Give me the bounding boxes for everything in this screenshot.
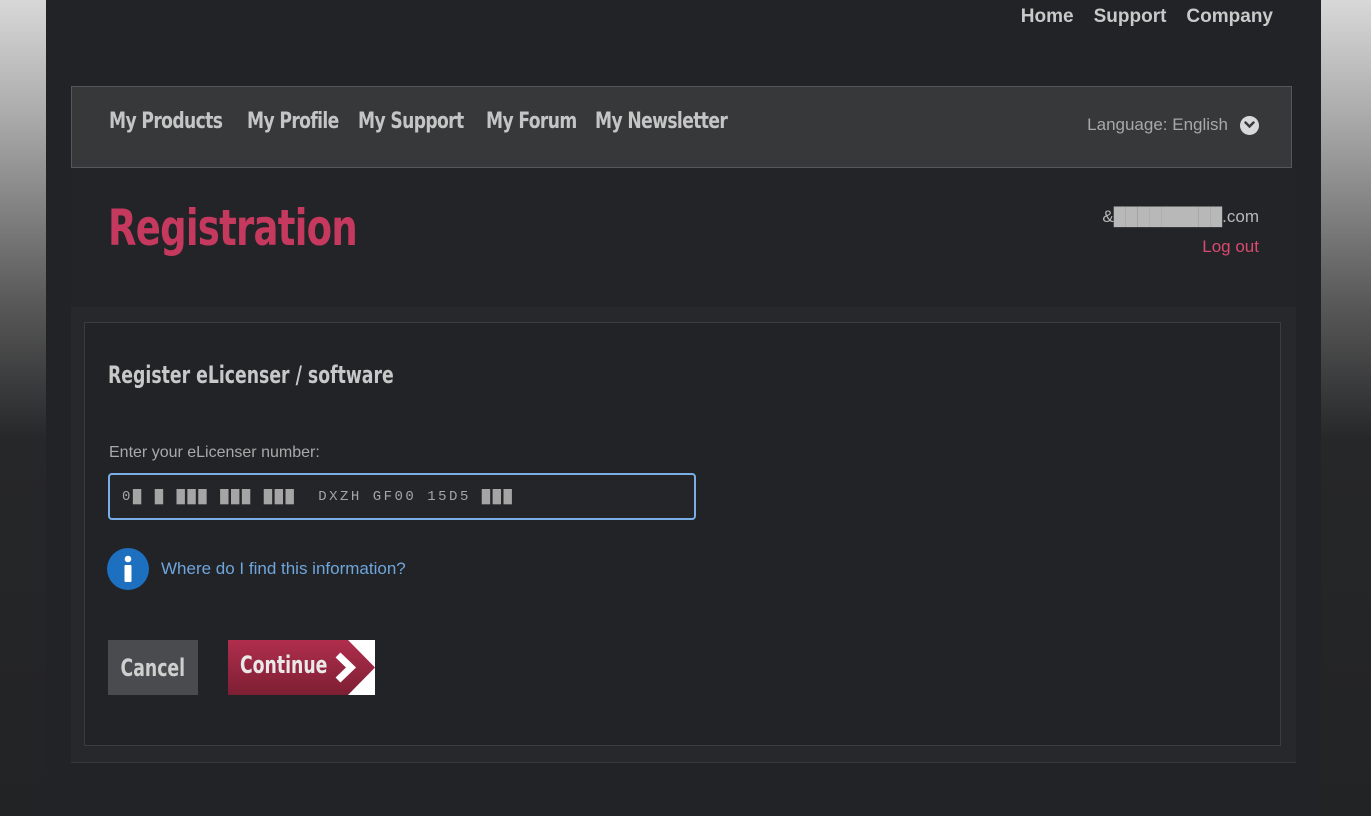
page-title: Registration xyxy=(108,199,358,257)
nav-my-forum[interactable]: My Forum xyxy=(486,109,577,134)
top-nav: Home Support Company xyxy=(1021,6,1273,28)
nav-my-newsletter[interactable]: My Newsletter xyxy=(595,109,728,134)
user-email: &█████████.com xyxy=(1102,207,1259,226)
main-nav-links: My Products My Profile My Support My For… xyxy=(109,109,737,134)
help-link[interactable]: Where do I find this information? xyxy=(161,559,406,579)
license-field-label: Enter your eLicenser number: xyxy=(109,444,320,461)
nav-my-products[interactable]: My Products xyxy=(109,109,223,134)
page-container: Home Support Company My Products My Prof… xyxy=(46,0,1321,816)
license-number-input[interactable] xyxy=(108,473,696,520)
help-row: Where do I find this information? xyxy=(107,548,406,590)
nav-home-link[interactable]: Home xyxy=(1021,6,1074,28)
continue-button[interactable]: Continue xyxy=(228,640,375,695)
language-selector[interactable]: Language: English xyxy=(1087,115,1259,135)
language-label: Language: English xyxy=(1087,115,1228,134)
nav-company-link[interactable]: Company xyxy=(1186,6,1273,28)
nav-my-profile[interactable]: My Profile xyxy=(247,109,339,134)
form-title: Register eLicenser / software xyxy=(108,361,394,389)
cancel-button[interactable]: Cancel xyxy=(108,640,198,695)
chevron-down-icon[interactable] xyxy=(1240,115,1259,135)
page-header: Registration &█████████.com Log out xyxy=(71,169,1296,308)
info-icon[interactable] xyxy=(107,548,149,590)
main-nav-bar: My Products My Profile My Support My For… xyxy=(71,86,1292,168)
registration-card: Register eLicenser / software Enter your… xyxy=(84,322,1281,746)
continue-button-label: Continue xyxy=(240,651,328,679)
cancel-button-label: Cancel xyxy=(120,653,186,682)
logout-link[interactable]: Log out xyxy=(1202,237,1259,257)
nav-support-link[interactable]: Support xyxy=(1094,6,1167,28)
content-area: Register eLicenser / software Enter your… xyxy=(71,307,1296,763)
nav-my-support[interactable]: My Support xyxy=(358,109,464,134)
